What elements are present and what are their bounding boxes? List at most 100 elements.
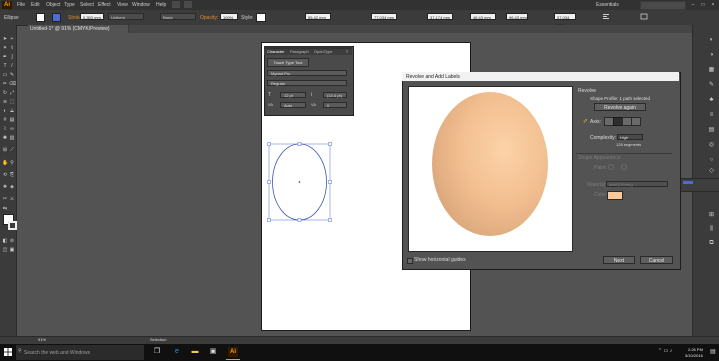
bridge-icon[interactable] xyxy=(172,1,180,8)
line-tool-icon[interactable]: / xyxy=(9,63,15,69)
w2-field[interactable]: 96.43 mm xyxy=(506,13,528,20)
rotate-view-icon[interactable]: ⟲ xyxy=(2,172,8,178)
symbols-panel-icon[interactable]: ♣ xyxy=(708,97,715,104)
panel-menu-icon[interactable]: ≡ xyxy=(346,49,348,55)
stroke-weight-field[interactable]: 0.353 mm xyxy=(80,13,104,20)
store-icon[interactable]: ▣ xyxy=(208,347,218,357)
menu-edit[interactable]: Edit xyxy=(31,2,40,8)
system-tray-icons[interactable]: ⌃ ▭ ♪ xyxy=(658,348,672,354)
maximize-icon[interactable]: □ xyxy=(698,1,708,9)
scissors-tool-icon[interactable]: ✂ xyxy=(2,196,8,202)
color-guide-icon[interactable]: ◑ xyxy=(708,52,715,59)
selection-tool-icon[interactable]: ➤ xyxy=(2,36,8,42)
font-family-dropdown[interactable]: Myriad Pro xyxy=(267,70,347,76)
eraser-tool-icon[interactable]: ⌫ xyxy=(9,81,16,87)
workspace-switcher[interactable]: Essentials xyxy=(596,2,619,8)
transform-icon[interactable] xyxy=(640,13,648,20)
zoom-level[interactable]: 91% xyxy=(38,337,46,342)
draw-mode-icon[interactable]: ◫ xyxy=(2,247,8,253)
show-guides-checkbox[interactable] xyxy=(407,258,413,264)
menu-help[interactable]: Help xyxy=(156,2,166,8)
width-tool-icon[interactable]: ≋ xyxy=(2,99,8,105)
zoom-tool-icon[interactable]: ⚲ xyxy=(9,160,15,166)
stroke-color-icon[interactable] xyxy=(8,221,17,230)
paintbrush-tool-icon[interactable]: ✎ xyxy=(9,72,15,78)
opacity-field[interactable]: 100% xyxy=(220,13,238,20)
pencil-tool-icon[interactable]: ✏ xyxy=(2,81,8,87)
pen-tool-icon[interactable]: ✒ xyxy=(2,54,8,60)
symbol-sprayer-tool-icon[interactable]: ✺ xyxy=(2,135,8,141)
live-paint-icon[interactable]: ◈ xyxy=(9,184,15,190)
paint-option-1[interactable] xyxy=(608,164,614,170)
notifications-icon[interactable]: ▤ xyxy=(710,348,716,357)
graphic-styles-panel-icon[interactable]: ◇ xyxy=(708,168,715,175)
minimize-icon[interactable]: – xyxy=(688,1,698,9)
x-field[interactable]: 55.42 mm xyxy=(305,13,331,20)
eyedropper-tool-icon[interactable]: ⌇ xyxy=(2,126,8,132)
next-button[interactable]: Next xyxy=(603,256,635,264)
graph-tool-icon[interactable]: ▥ xyxy=(9,135,15,141)
height-field[interactable]: 46.43 mm xyxy=(470,13,496,20)
task-view-icon[interactable]: ❐ xyxy=(152,347,162,357)
color-panel-icon[interactable]: ◐ xyxy=(708,37,715,44)
edge-browser-icon[interactable]: e xyxy=(172,347,182,357)
material-dropdown[interactable]: Matt (Glossy) xyxy=(606,181,668,187)
perspective-tool-icon[interactable]: ⟁ xyxy=(9,108,15,114)
windows-start-icon[interactable] xyxy=(3,347,13,357)
variable-width-dropdown[interactable]: Uniform xyxy=(108,13,144,20)
opacity-label[interactable]: Opacity: xyxy=(200,15,218,21)
curvature-tool-icon[interactable]: ∫ xyxy=(9,54,15,60)
brushes-panel-icon[interactable]: ✎ xyxy=(708,82,715,89)
search-adobe-stock-input[interactable] xyxy=(640,1,686,10)
fill-swatch[interactable] xyxy=(36,13,45,22)
gradient-tool-icon[interactable]: ▤ xyxy=(9,117,15,123)
axis-custom-button[interactable] xyxy=(631,117,641,126)
complexity-dropdown[interactable]: High xyxy=(617,134,643,140)
clock-time[interactable]: 2:26 PM xyxy=(688,347,703,352)
brush-dropdown[interactable]: Basic xyxy=(160,13,196,20)
rectangle-tool-icon[interactable]: ▭ xyxy=(2,72,8,78)
font-size-field[interactable]: 12 pt xyxy=(280,92,306,98)
tab-opentype[interactable]: OpenType xyxy=(314,49,332,55)
leading-field[interactable]: (14.4 pt) xyxy=(323,92,347,98)
menu-effect[interactable]: Effect xyxy=(98,2,111,8)
symbol-tool-icon[interactable]: ❖ xyxy=(2,184,8,190)
touch-type-tool-button[interactable]: Touch Type Tool xyxy=(267,58,309,67)
revolve-again-button[interactable]: Revolve again xyxy=(594,103,646,111)
kerning-field[interactable]: Auto xyxy=(280,102,306,108)
pathfinder-panel-icon[interactable]: ⧉ xyxy=(708,240,715,247)
illustrator-taskbar-icon[interactable]: Ai xyxy=(228,347,238,357)
color-swatch[interactable] xyxy=(607,191,623,200)
tab-character[interactable]: Character xyxy=(267,49,285,55)
none-color-icon[interactable]: ⊘ xyxy=(9,238,15,244)
paint-option-2[interactable] xyxy=(621,164,627,170)
direct-selection-tool-icon[interactable]: ➢ xyxy=(9,36,15,42)
close-icon[interactable]: × xyxy=(708,1,718,9)
h2-field[interactable]: 57.034 mm xyxy=(554,13,576,27)
artboard-tool-icon[interactable]: ⊞ xyxy=(2,147,8,153)
y-field[interactable]: 77.034 mm xyxy=(371,13,397,20)
align-panel-icon[interactable]: ⫼ xyxy=(708,226,715,233)
print-tiling-icon[interactable]: ⎘ xyxy=(9,172,15,178)
appearance-panel-icon[interactable]: ○ xyxy=(708,157,715,164)
menu-view[interactable]: View xyxy=(117,2,128,8)
tracking-field[interactable]: 0 xyxy=(323,102,347,108)
font-style-dropdown[interactable]: Regular xyxy=(267,80,347,86)
tab-paragraph[interactable]: Paragraph xyxy=(290,49,309,55)
width-field[interactable]: 37.174 mm xyxy=(427,13,453,20)
gradient-panel-icon[interactable]: ▤ xyxy=(708,127,715,134)
transparency-panel-icon[interactable]: ◎ xyxy=(708,142,715,149)
lasso-tool-icon[interactable]: ℓ xyxy=(9,45,15,51)
graphic-style-swatch[interactable] xyxy=(256,13,266,22)
rotate-tool-icon[interactable]: ↻ xyxy=(2,90,8,96)
cancel-button[interactable]: Cancel xyxy=(640,256,673,264)
mesh-tool-icon[interactable]: # xyxy=(2,117,8,123)
selected-ellipse[interactable] xyxy=(262,138,337,226)
swatches-panel-icon[interactable]: ▦ xyxy=(708,67,715,74)
knife-tool-icon[interactable]: ⚔ xyxy=(9,196,15,202)
artboards-panel-icon[interactable]: ⊞ xyxy=(708,212,715,219)
clock-date[interactable]: 3/10/2016 xyxy=(685,353,703,358)
align-icon[interactable] xyxy=(602,13,610,20)
stroke-panel-icon[interactable]: ≡ xyxy=(708,112,715,119)
scale-tool-icon[interactable]: ⤢ xyxy=(9,90,15,96)
